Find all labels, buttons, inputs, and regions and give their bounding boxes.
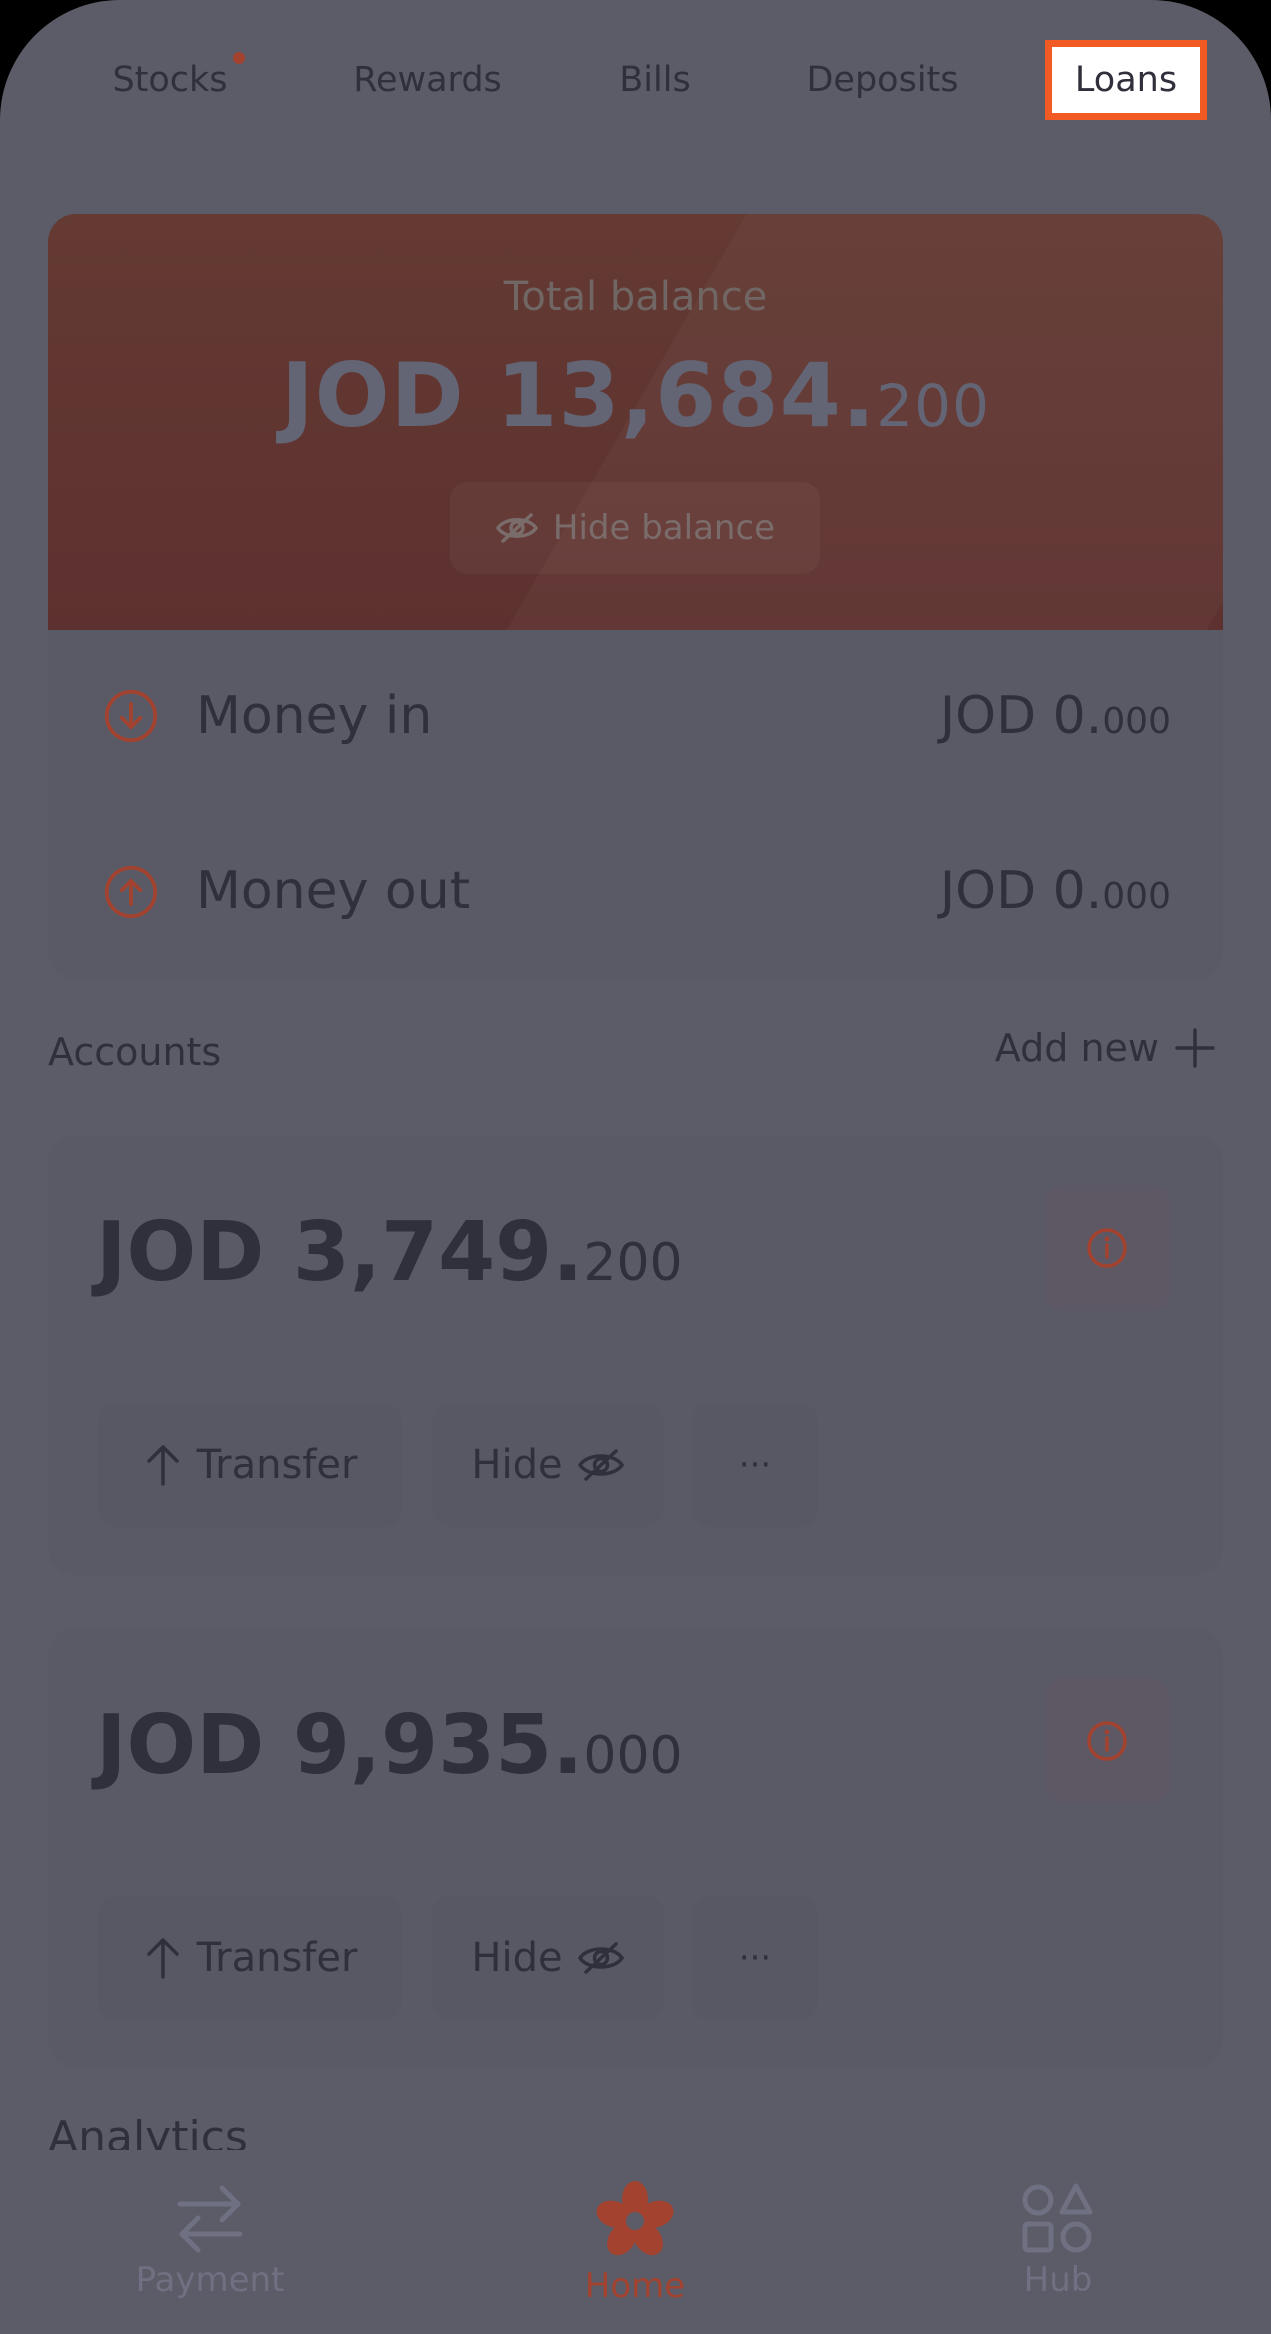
total-balance-label: Total balance — [503, 274, 768, 320]
plus-icon — [1175, 1028, 1215, 1068]
total-balance-amount: JOD 13,684.200 — [48, 344, 1223, 447]
account-info-button[interactable] — [1044, 1185, 1170, 1311]
nav-home-label: Home — [584, 2266, 686, 2306]
account-info-button[interactable] — [1044, 1678, 1170, 1804]
tab-deposits-label: Deposits — [806, 60, 959, 100]
transfer-label: Transfer — [196, 1442, 358, 1488]
eye-off-icon — [577, 1942, 624, 1974]
flower-logo-icon — [596, 2181, 674, 2256]
nav-home[interactable]: Home — [505, 2180, 765, 2306]
hide-label: Hide — [471, 1442, 563, 1488]
accounts-title: Accounts — [48, 1030, 222, 1074]
arrow-up-circle-icon — [104, 865, 158, 919]
tab-rewards-label: Rewards — [353, 60, 502, 100]
account-balance: JOD 3,749.200 — [96, 1205, 683, 1300]
tab-bills-label: Bills — [619, 60, 691, 100]
add-new-account-button[interactable]: Add new — [995, 1026, 1217, 1070]
eye-off-icon — [495, 513, 538, 543]
tab-loans[interactable]: Loans — [1045, 40, 1207, 120]
arrow-up-icon — [146, 1938, 179, 1979]
hide-balance-label: Hide balance — [552, 508, 776, 548]
money-out-value-fraction: 000 — [1102, 876, 1171, 917]
money-out-row[interactable]: Money out JOD 0.000 — [48, 805, 1223, 980]
money-in-row[interactable]: Money in JOD 0.000 — [48, 630, 1223, 805]
nav-hub[interactable]: Hub — [928, 2180, 1188, 2300]
more-options-button[interactable]: ··· — [692, 1896, 818, 2020]
shapes-icon — [1022, 2183, 1093, 2253]
money-in-value: JOD 0.000 — [940, 686, 1171, 746]
account-balance-main: JOD 9,935. — [96, 1698, 584, 1793]
eye-off-icon — [577, 1449, 624, 1481]
money-in-value-fraction: 000 — [1102, 701, 1171, 742]
top-tabs: Stocks Rewards Bills Deposits Loans — [0, 40, 1271, 120]
nav-payment-label: Payment — [135, 2260, 285, 2300]
hide-balance-button[interactable]: Hide balance — [450, 482, 820, 574]
account-card[interactable]: JOD 9,935.000 Transfer Hide ··· — [48, 1628, 1223, 2068]
more-options-button[interactable]: ··· — [692, 1403, 818, 1527]
account-balance-fraction: 200 — [583, 1233, 683, 1293]
transfer-label: Transfer — [196, 1935, 358, 1981]
info-icon — [1087, 1228, 1127, 1268]
total-balance-fraction: 200 — [876, 372, 990, 440]
transfer-arrows-icon — [177, 2185, 243, 2253]
arrow-down-circle-icon — [104, 689, 158, 743]
money-in-value-main: JOD 0. — [939, 686, 1103, 746]
notification-dot — [233, 52, 245, 64]
arrow-up-icon — [146, 1445, 179, 1486]
money-in-label: Money in — [196, 686, 433, 746]
hide-account-button[interactable]: Hide — [432, 1896, 664, 2020]
total-balance-card: Total balance JOD 13,684.200 Hide balanc… — [48, 214, 1223, 630]
account-balance-main: JOD 3,749. — [96, 1205, 584, 1300]
hide-account-button[interactable]: Hide — [432, 1403, 664, 1527]
total-balance-main: JOD 13,684. — [281, 344, 877, 447]
tab-bills[interactable]: Bills — [600, 40, 710, 120]
money-out-label: Money out — [196, 861, 471, 921]
tab-loans-label: Loans — [1074, 60, 1178, 100]
hide-label: Hide — [471, 1935, 563, 1981]
app-screen: Stocks Rewards Bills Deposits Loans Tota… — [0, 0, 1271, 2334]
info-icon — [1087, 1721, 1127, 1761]
transfer-button[interactable]: Transfer — [98, 1896, 402, 2020]
more-icon: ··· — [738, 1445, 772, 1485]
tab-stocks-label: Stocks — [112, 60, 228, 100]
nav-payment[interactable]: Payment — [80, 2180, 340, 2300]
money-summary-panel: Money in JOD 0.000 Money out JOD 0.000 — [48, 630, 1223, 980]
money-out-value: JOD 0.000 — [940, 861, 1171, 921]
tab-rewards[interactable]: Rewards — [340, 40, 515, 120]
more-icon: ··· — [738, 1938, 772, 1978]
tab-stocks[interactable]: Stocks — [90, 40, 250, 120]
account-balance-fraction: 000 — [583, 1726, 683, 1786]
tab-deposits[interactable]: Deposits — [790, 40, 975, 120]
add-new-label: Add new — [994, 1026, 1159, 1070]
account-balance: JOD 9,935.000 — [96, 1698, 683, 1793]
transfer-button[interactable]: Transfer — [98, 1403, 402, 1527]
money-out-value-main: JOD 0. — [939, 861, 1103, 921]
bottom-nav: Payment Home Hub — [0, 2150, 1271, 2334]
nav-hub-label: Hub — [1023, 2260, 1093, 2300]
account-card[interactable]: JOD 3,749.200 Transfer Hide ··· — [48, 1135, 1223, 1575]
